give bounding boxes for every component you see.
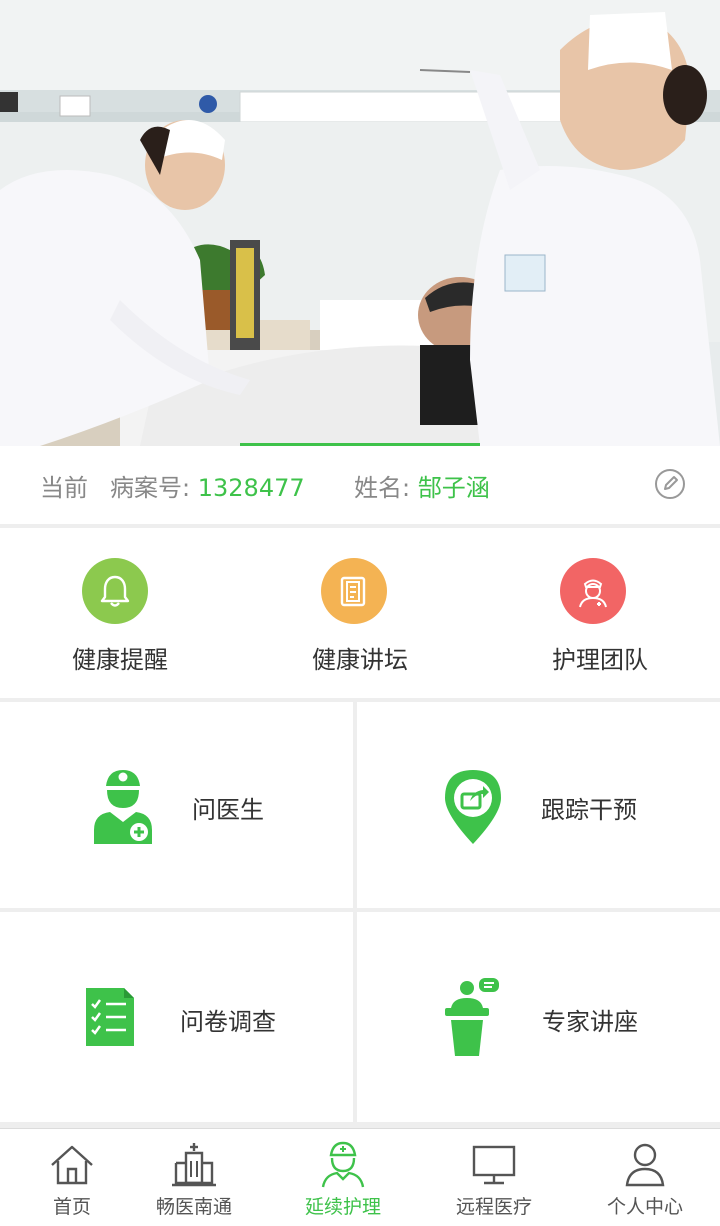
nav-telemedicine-label: 远程医疗 bbox=[455, 1196, 532, 1218]
home-icon bbox=[48, 1141, 96, 1189]
tile-questionnaire-label: 问卷调查 bbox=[180, 1008, 276, 1036]
banner-image[interactable] bbox=[0, 0, 720, 446]
current-label: 当前 bbox=[40, 473, 88, 502]
bell-icon bbox=[82, 558, 148, 624]
doctor-icon bbox=[92, 768, 154, 850]
tile-ask-doctor[interactable]: 问医生 bbox=[0, 702, 353, 908]
person-icon bbox=[621, 1141, 669, 1189]
tile-tracking-intervention-label: 跟踪干预 bbox=[541, 796, 637, 824]
nav-continued-care-label: 延续护理 bbox=[304, 1196, 381, 1218]
quick-nursing-team-label: 护理团队 bbox=[552, 646, 648, 674]
patient-name-label: 姓名: bbox=[354, 473, 411, 502]
nav-changyi-nantong-label: 畅医南通 bbox=[155, 1196, 232, 1218]
quick-health-reminder-label: 健康提醒 bbox=[72, 646, 168, 674]
case-number-label: 病案号: bbox=[110, 473, 191, 502]
nav-personal-center[interactable]: 个人中心 bbox=[573, 1129, 717, 1226]
quick-health-forum[interactable]: 健康讲坛 bbox=[240, 528, 480, 698]
nurse-care-icon bbox=[319, 1141, 367, 1189]
nav-personal-center-label: 个人中心 bbox=[606, 1196, 683, 1218]
lecture-icon bbox=[443, 978, 505, 1062]
patient-name-value: 郜子涵 bbox=[417, 473, 490, 502]
checklist-icon bbox=[84, 986, 136, 1052]
nav-changyi-nantong[interactable]: 畅医南通 bbox=[122, 1129, 266, 1226]
case-number: 病案号: 1328477 bbox=[110, 468, 305, 503]
quick-health-reminder[interactable]: 健康提醒 bbox=[0, 528, 240, 698]
tile-tracking-intervention[interactable]: 跟踪干预 bbox=[357, 702, 720, 908]
location-share-icon bbox=[441, 768, 505, 850]
case-number-value: 1328477 bbox=[197, 473, 305, 502]
bottom-nav: 首页 畅医南通 延续护理 远程医疗 个人中心 bbox=[0, 1128, 720, 1226]
tile-expert-lecture-label: 专家讲座 bbox=[542, 1008, 638, 1036]
monitor-icon bbox=[470, 1141, 518, 1189]
patient-info-bar: 当前 病案号: 1328477 姓名: 郜子涵 bbox=[0, 446, 720, 524]
hospital-icon bbox=[170, 1141, 218, 1189]
tile-questionnaire[interactable]: 问卷调查 bbox=[0, 912, 353, 1122]
tile-expert-lecture[interactable]: 专家讲座 bbox=[357, 912, 720, 1122]
patient-name: 姓名: 郜子涵 bbox=[354, 468, 490, 503]
document-icon bbox=[321, 558, 387, 624]
quick-access-row: 健康提醒 健康讲坛 护理团队 bbox=[0, 528, 720, 698]
banner-illustration bbox=[0, 0, 720, 446]
nurse-icon bbox=[560, 558, 626, 624]
quick-nursing-team[interactable]: 护理团队 bbox=[480, 528, 720, 698]
nav-telemedicine[interactable]: 远程医疗 bbox=[422, 1129, 566, 1226]
quick-health-forum-label: 健康讲坛 bbox=[312, 646, 408, 674]
nav-continued-care[interactable]: 延续护理 bbox=[271, 1129, 415, 1226]
edit-icon[interactable] bbox=[654, 468, 686, 500]
tile-ask-doctor-label: 问医生 bbox=[192, 796, 264, 824]
